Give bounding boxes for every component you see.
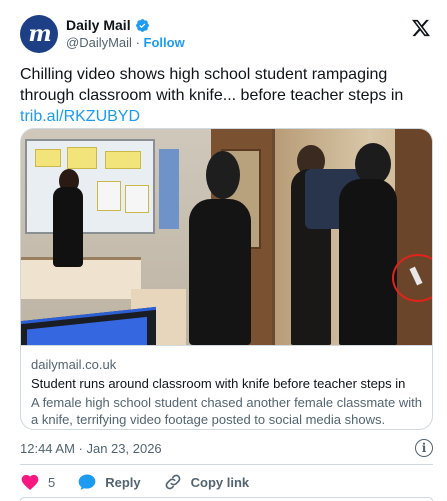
action-bar: 5 Reply Copy link — [20, 470, 433, 494]
reply-button[interactable]: Reply — [77, 472, 141, 492]
card-info[interactable]: dailymail.co.uk Student runs around clas… — [21, 345, 432, 429]
account-handle[interactable]: @DailyMail — [66, 35, 132, 50]
follow-button[interactable]: Follow — [144, 35, 185, 50]
card-domain: dailymail.co.uk — [31, 357, 117, 372]
card-description: A female high school student chased anot… — [31, 395, 422, 427]
separator-dot: · — [135, 35, 140, 50]
reply-bubble-icon — [78, 474, 96, 490]
classroom-scene-left — [21, 129, 273, 345]
link-card[interactable]: dailymail.co.uk Student runs around clas… — [20, 128, 433, 430]
classroom-scene-right — [275, 129, 432, 345]
timestamp[interactable]: 12:44 AM · Jan 23, 2026 — [20, 441, 162, 456]
reply-label: Reply — [105, 474, 141, 490]
person-figure — [189, 199, 251, 345]
like-button[interactable]: 5 — [20, 472, 55, 492]
next-item-edge — [20, 497, 433, 501]
link-icon — [165, 474, 181, 490]
info-icon[interactable]: i — [415, 439, 433, 457]
video-thumbnail[interactable] — [21, 129, 432, 345]
tweet-link[interactable]: trib.al/RKZUBYD — [20, 108, 140, 125]
copy-link-label: Copy link — [190, 474, 250, 490]
user-info: Daily Mail @DailyMail · Follow — [66, 16, 185, 52]
like-count: 5 — [48, 474, 56, 490]
avatar[interactable]: m — [20, 15, 58, 53]
divider — [20, 464, 433, 465]
copy-link-button[interactable]: Copy link — [163, 472, 250, 492]
tweet-text: Chilling video shows high school student… — [20, 64, 430, 127]
verified-badge-icon — [135, 18, 149, 32]
tweet-header: m Daily Mail @DailyMail · Follow — [20, 12, 433, 56]
laptop — [21, 306, 156, 345]
whiteboard — [25, 139, 155, 234]
x-logo-icon[interactable] — [411, 18, 431, 38]
account-name[interactable]: Daily Mail — [66, 16, 131, 34]
avatar-letter: m — [28, 21, 51, 47]
student-figure — [53, 187, 83, 267]
heart-icon — [21, 474, 39, 491]
tweet-meta: 12:44 AM · Jan 23, 2026 i — [20, 438, 433, 458]
student-figure-right — [339, 179, 397, 345]
card-title: Student runs around classroom with knife… — [31, 376, 406, 391]
tweet-embed: m Daily Mail @DailyMail · Follow Chillin… — [0, 0, 447, 501]
tweet-body: Chilling video shows high school student… — [20, 66, 404, 104]
